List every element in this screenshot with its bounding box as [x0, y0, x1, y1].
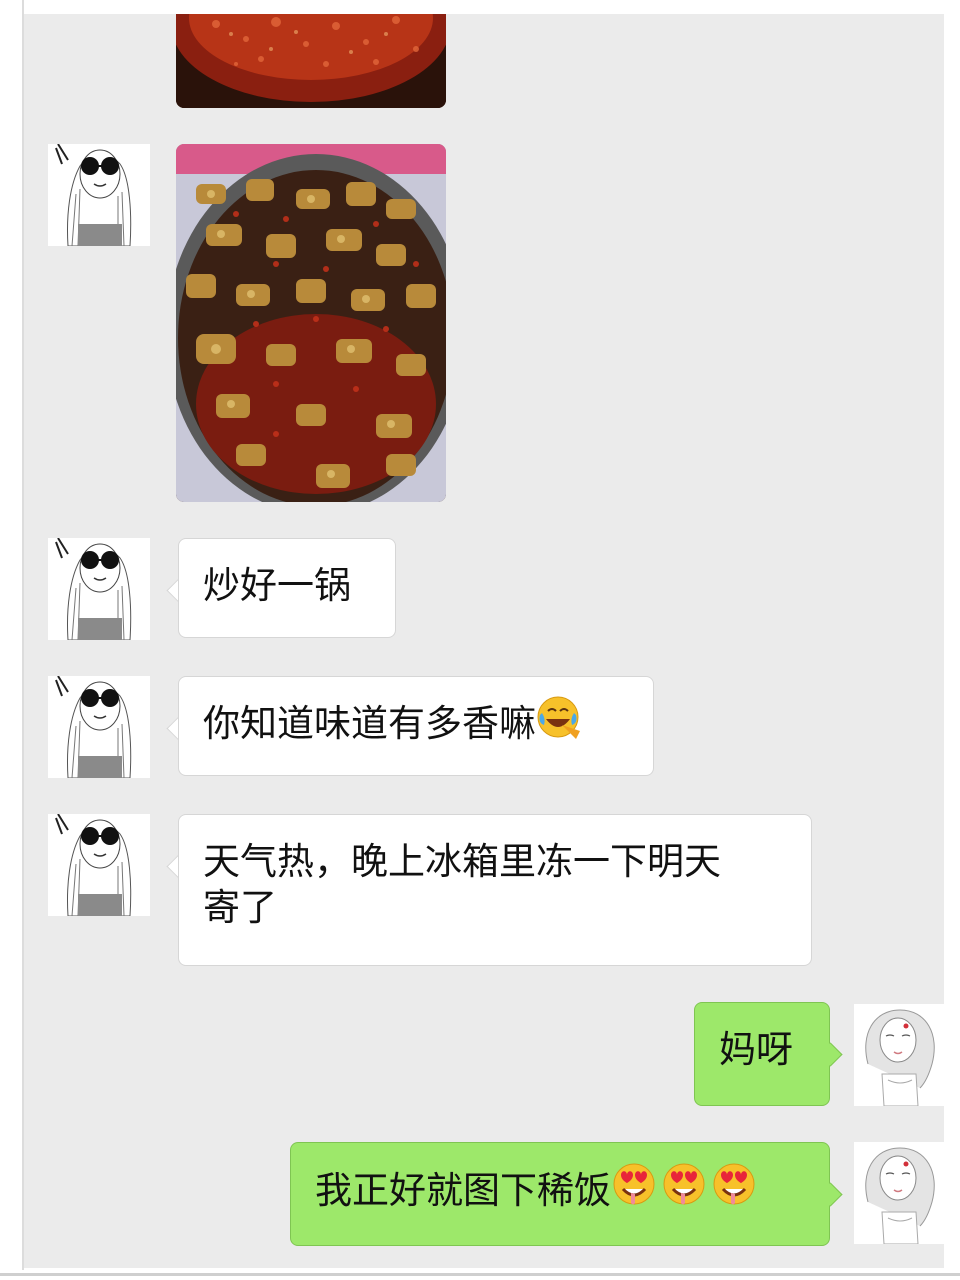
text-message-7[interactable]: 我正好就图下稀饭 — [290, 1142, 830, 1246]
text-message-3[interactable]: 炒好一锅 — [178, 538, 396, 638]
sketched-girl-icon — [854, 1004, 944, 1106]
text-message-5[interactable]: 天气热，晚上冰箱里冻一下明天 寄了 — [178, 814, 812, 966]
message-text: 你知道味道有多香嘛 — [203, 702, 536, 745]
self-avatar[interactable] — [854, 1004, 944, 1106]
photo-message-2[interactable] — [176, 144, 446, 502]
girl-with-sunglasses-icon — [48, 676, 150, 778]
girl-with-sunglasses-icon — [48, 814, 150, 916]
text-message-4[interactable]: 你知道味道有多香嘛 — [178, 676, 654, 776]
chat-message-list[interactable]: 炒好一锅 你知道味道有多香嘛 天气热，晚上冰箱里冻一下明天 寄了 妈呀 我正好就… — [24, 14, 944, 1268]
contact-avatar[interactable] — [48, 676, 150, 778]
message-text: 我正好就图下稀饭 — [315, 1169, 611, 1212]
divider — [0, 1273, 960, 1276]
self-avatar[interactable] — [854, 1142, 944, 1244]
drooling-heart-eyes-face-icon — [661, 1161, 707, 1218]
drooling-heart-eyes-face-icon — [711, 1161, 757, 1218]
face-with-tears-of-joy-icon — [536, 695, 580, 750]
text-message-6[interactable]: 妈呀 — [694, 1002, 830, 1106]
sketched-girl-icon — [854, 1142, 944, 1244]
photo-message-1[interactable] — [176, 14, 446, 108]
girl-with-sunglasses-icon — [48, 538, 150, 640]
message-text: 天气热，晚上冰箱里冻一下明天 寄了 — [203, 840, 721, 929]
contact-avatar[interactable] — [48, 144, 150, 246]
message-text: 妈呀 — [719, 1028, 793, 1071]
food-photo-icon — [176, 144, 446, 502]
chat-screen: 炒好一锅 你知道味道有多香嘛 天气热，晚上冰箱里冻一下明天 寄了 妈呀 我正好就… — [0, 0, 960, 1280]
food-photo-partial-icon — [176, 14, 446, 108]
contact-avatar[interactable] — [48, 814, 150, 916]
girl-with-sunglasses-icon — [48, 144, 150, 246]
contact-avatar[interactable] — [48, 538, 150, 640]
drooling-heart-eyes-face-icon — [611, 1161, 657, 1218]
message-text: 炒好一锅 — [203, 564, 351, 607]
